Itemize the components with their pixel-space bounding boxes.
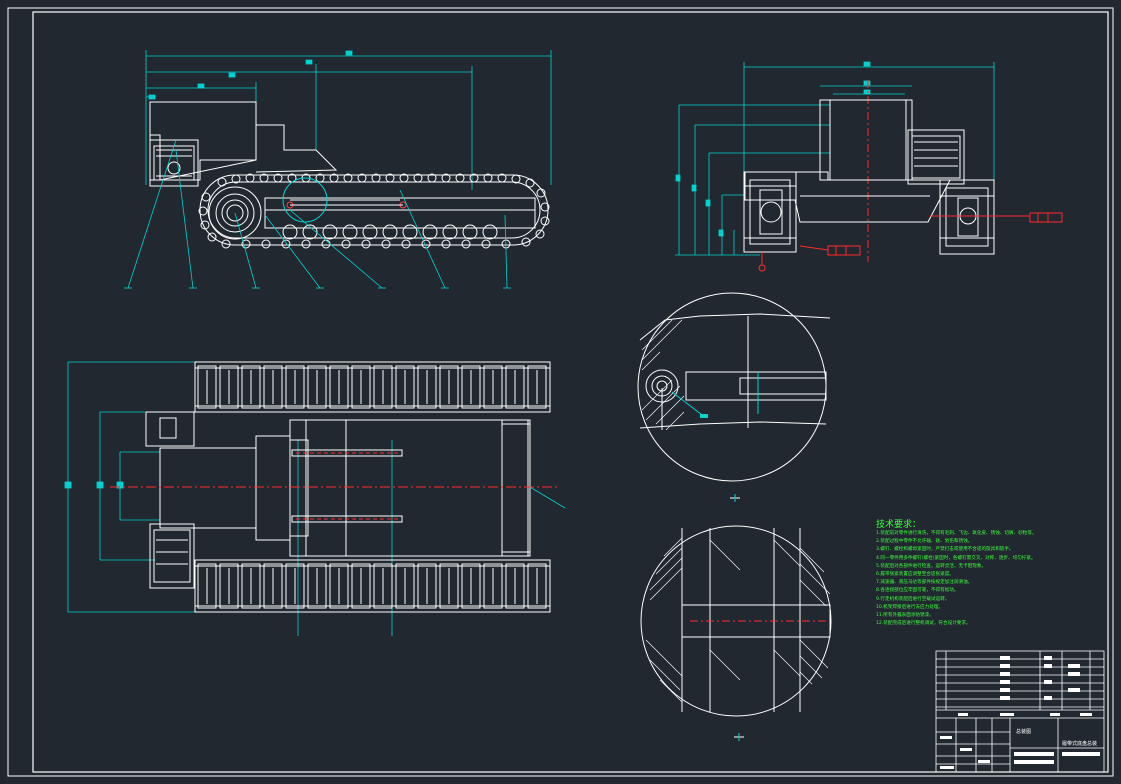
title-block-name: 总装图 — [1016, 729, 1032, 735]
technical-requirement-item: 4.同一零件用多件螺钉(螺栓)紧固时，各螺钉需交叉、对称、逐步、均匀拧紧。 — [876, 555, 1036, 561]
side-view-leaders — [124, 139, 511, 289]
technical-requirement-item: 10.机架焊接后进行去应力处理。 — [876, 604, 944, 610]
plan-track-top — [194, 361, 551, 413]
title-block-lower-grid — [936, 718, 1010, 772]
technical-requirement-item: 7.减速器、液压马达等部件按规定加注润滑油。 — [876, 580, 973, 586]
technical-requirement-item: 8.各连接部位应牢固可靠，不得有松动。 — [876, 588, 959, 594]
technical-requirement-item: 6.履带张紧装置应调整至合适张紧度。 — [876, 572, 954, 578]
hatch-detail-1 — [641, 319, 685, 431]
technical-requirement-item: 1.装配前对零件进行清洗，不得有毛刺、飞边、氧化皮、锈蚀、切屑、砂粒等。 — [876, 531, 1037, 536]
side-view-dimensions — [145, 50, 552, 190]
technical-requirements-list: 1.装配前对零件进行清洗，不得有毛刺、飞边、氧化皮、锈蚀、切屑、砂粒等。 2.装配… — [876, 530, 1037, 628]
plan-view-crawler — [64, 361, 566, 636]
side-view-crawler — [124, 50, 552, 289]
technical-requirement-item: 11.所有外露表面涂防锈漆。 — [876, 613, 934, 619]
title-block-drawing-no: 履带式底盘总装 — [1062, 741, 1098, 747]
detail-view-1 — [637, 292, 831, 502]
technical-requirement-item: 2.装配过程中零件不允许磕、碰、划伤和锈蚀。 — [876, 539, 973, 545]
drawing-frame — [7, 7, 1114, 777]
detail-view-2 — [640, 525, 832, 741]
hatch-detail-2 — [645, 537, 831, 703]
title-block-fill-marks — [940, 656, 1100, 769]
end-view-engine — [907, 129, 965, 185]
title-block — [935, 650, 1105, 773]
road-wheels — [282, 224, 498, 240]
track-links — [198, 173, 550, 249]
technical-requirements-title: 技术要求： — [876, 520, 922, 530]
cad-drawing-canvas — [7, 7, 1114, 777]
technical-requirement-item: 12.装配完成后进行整机调试，符合设计要求。 — [876, 621, 971, 627]
plan-track-bottom — [194, 559, 551, 613]
technical-requirement-item: 9.行走机构装配后进行空载试运转。 — [876, 596, 950, 602]
plan-view-dimensions — [64, 361, 566, 636]
end-view-crawler — [675, 61, 1063, 272]
technical-requirement-item: 3.螺钉、螺栓和螺母紧固时，严禁打击或使用不合适的旋具和扳手。 — [876, 547, 1014, 553]
technical-requirement-item: 5.装配后对各部件进行检查，运转灵活，无卡阻现象。 — [876, 563, 987, 569]
